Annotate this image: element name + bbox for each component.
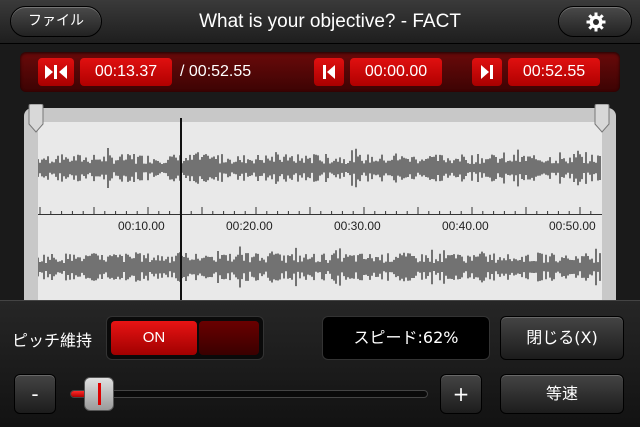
loop-end-time[interactable]: 00:52.55: [508, 58, 600, 86]
playhead[interactable]: [180, 118, 182, 308]
speed-plus-button[interactable]: +: [440, 374, 482, 414]
pitch-keep-label: ピッチ維持: [12, 331, 93, 350]
set-start-icon: [323, 65, 335, 79]
set-start-button[interactable]: [314, 58, 344, 86]
tick-label: 00:50.00: [549, 219, 596, 233]
tick-label: 00:20.00: [226, 219, 273, 233]
ruler-ticks: [39, 207, 592, 215]
speed-slider-thumb[interactable]: [83, 377, 114, 411]
normal-speed-button[interactable]: 等速: [500, 374, 624, 414]
speed-display: スピード:62%: [322, 316, 490, 360]
play-pause-button[interactable]: [38, 58, 74, 86]
toggle-off-side: [199, 321, 259, 355]
loop-start-time[interactable]: 00:00.00: [350, 58, 442, 86]
current-time: 00:13.37: [80, 58, 172, 86]
settings-button[interactable]: [558, 6, 632, 37]
tick-label: 00:10.00: [118, 219, 165, 233]
file-button[interactable]: ファイル: [10, 6, 102, 37]
page-title: What is your objective? - FACT: [199, 11, 461, 32]
loop-start-handle[interactable]: [28, 104, 44, 134]
tick-label: 00:30.00: [334, 219, 381, 233]
loop-end-handle[interactable]: [594, 104, 610, 134]
transport-bar: 00:13.37 / 00:52.55 00:00.00 00:52.55: [20, 52, 620, 92]
speed-minus-button[interactable]: -: [14, 374, 56, 414]
play-pause-icon: [45, 65, 67, 79]
set-end-button[interactable]: [472, 58, 502, 86]
tick-label: 00:40.00: [442, 219, 489, 233]
pitch-keep-toggle[interactable]: ON: [106, 316, 264, 360]
gear-icon: [586, 12, 606, 32]
speed-slider[interactable]: [70, 390, 428, 398]
close-button[interactable]: 閉じる(X): [500, 316, 624, 360]
total-time: / 00:52.55: [180, 63, 252, 80]
toggle-on-label: ON: [111, 321, 197, 355]
set-end-icon: [481, 65, 493, 79]
top-bar: ファイル What is your objective? - FACT: [0, 0, 640, 44]
